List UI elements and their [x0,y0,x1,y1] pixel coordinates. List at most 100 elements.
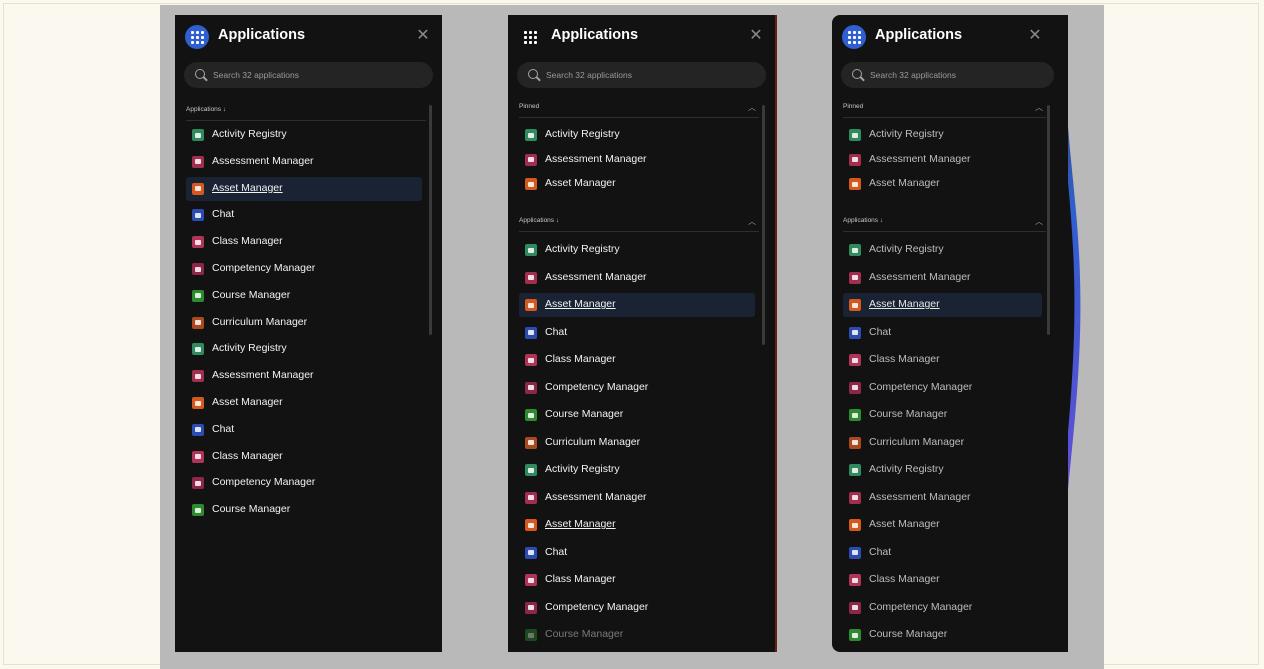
app-list-item-label: Activity Registry [545,463,620,475]
chevron-up-icon[interactable]: ︿ [1035,216,1043,227]
app-list-item[interactable]: Activity Registry [186,337,422,361]
assessment-manager-icon [525,491,537,504]
competency-manager-icon [192,263,204,275]
section-header-applications[interactable]: Applications ↓ ︿ [843,217,1046,232]
app-list-item[interactable]: Assessment Manager [519,266,755,290]
app-list-item[interactable]: Curriculum Manager [843,431,1042,455]
app-list-item[interactable]: Asset Manager [519,513,755,537]
scrollbar[interactable] [762,105,765,345]
activity-registry-icon [525,129,537,141]
search-input[interactable] [870,62,1044,88]
app-list-item[interactable]: Class Manager [519,568,755,592]
app-list-item[interactable]: Chat [186,203,422,227]
app-list-item[interactable]: Activity Registry [519,458,755,482]
app-list-item-label: Assessment Manager [869,490,971,503]
app-list-item[interactable]: Assessment Manager [843,148,1042,172]
app-list-item[interactable]: Assessment Manager [843,266,1042,290]
app-list-item[interactable]: Assessment Manager [843,486,1042,510]
section-label: Applications ↓ [843,217,884,224]
search-box[interactable] [517,62,766,88]
app-list-item[interactable]: Chat [843,541,1042,565]
chevron-up-icon[interactable]: ︿ [748,216,756,227]
scrollbar[interactable] [429,105,432,335]
app-list-item[interactable]: Asset Manager [519,293,755,317]
app-list-item-label: Curriculum Manager [545,435,641,448]
chat-icon [849,546,861,559]
app-list-item[interactable]: Chat [519,321,755,345]
assessment-manager-icon [849,271,861,284]
app-list-item-label: Course Manager [869,628,948,640]
chat-icon [525,326,537,339]
app-list-item[interactable]: Asset Manager [843,293,1042,317]
app-list-item[interactable]: Chat [843,321,1042,345]
search-input[interactable] [213,62,423,88]
section-header-pinned[interactable]: Pinned ︿ [843,103,1046,118]
app-list-item[interactable]: Assessment Manager [186,364,422,388]
app-list-item[interactable]: Class Manager [186,445,422,469]
close-icon[interactable]: ✕ [1026,27,1044,45]
app-list-item-label: Chat [545,545,568,558]
app-list-item[interactable]: Chat [519,541,755,565]
apps-grid-button[interactable] [842,25,866,49]
app-list-item[interactable]: Course Manager [186,284,422,308]
section-header-applications[interactable]: Applications ↓ [186,106,426,121]
competency-manager-icon [849,601,861,614]
app-list-item[interactable]: Activity Registry [519,238,755,262]
app-list-item[interactable]: Course Manager [843,403,1042,427]
search-box[interactable] [184,62,433,88]
app-list-item[interactable]: Competency Manager [843,376,1042,400]
app-list-item[interactable]: Activity Registry [843,123,1042,147]
app-list-item-label: Course Manager [869,408,948,420]
asset-manager-icon [525,299,537,311]
app-list-item[interactable]: Asset Manager [186,176,422,201]
chevron-up-icon[interactable]: ︿ [1035,102,1043,113]
app-list-item[interactable]: Chat [186,418,422,442]
app-list-item[interactable]: Competency Manager [843,596,1042,620]
scrollbar[interactable] [1047,105,1050,335]
app-list-item[interactable]: Asset Manager [519,172,755,196]
app-list-item-label: Class Manager [212,449,283,462]
app-list-item[interactable]: Asset Manager [843,172,1042,196]
app-list-item[interactable]: Competency Manager [519,376,755,400]
section-header-pinned[interactable]: Pinned ︿ [519,103,759,118]
app-list-item[interactable]: Competency Manager [186,257,422,281]
app-list-item[interactable]: Curriculum Manager [186,311,422,335]
app-list-item[interactable]: Activity Registry [843,458,1042,482]
app-list-item-label: Competency Manager [212,476,316,489]
app-list-item[interactable]: Asset Manager [186,391,422,415]
app-list-item[interactable]: Competency Manager [186,471,422,495]
app-list-item[interactable]: Course Manager [519,403,755,427]
app-list-item[interactable]: Asset Manager [843,513,1042,537]
app-list-item[interactable]: Class Manager [843,348,1042,372]
chevron-up-icon[interactable]: ︿ [748,102,756,113]
close-icon[interactable]: ✕ [414,27,432,45]
app-list-item-label: Competency Manager [869,600,973,613]
app-list-item[interactable]: Course Manager [186,498,422,522]
app-list-item[interactable]: Assessment Manager [519,148,755,172]
course-manager-icon [525,629,537,641]
app-list-item[interactable]: Class Manager [843,568,1042,592]
app-list-item[interactable]: Activity Registry [843,238,1042,262]
section-header-applications[interactable]: Applications ↓ ︿ [519,217,759,232]
app-list-item[interactable]: Class Manager [519,348,755,372]
app-list-item-label: Competency Manager [545,380,649,393]
app-list-item[interactable]: Course Manager [519,623,755,647]
app-list-item[interactable]: Assessment Manager [519,486,755,510]
apps-grid-button[interactable] [185,25,209,49]
search-input[interactable] [546,62,756,88]
curriculum-manager-icon [849,436,861,449]
app-list-item[interactable]: Assessment Manager [186,150,422,174]
app-list-item[interactable]: Activity Registry [519,123,755,147]
app-list-item[interactable]: Activity Registry [186,123,422,147]
search-box[interactable] [841,62,1054,88]
course-manager-icon [849,409,861,421]
app-list-item[interactable]: Course Manager [843,623,1042,647]
activity-registry-icon [525,244,537,256]
app-list-item[interactable]: Curriculum Manager [519,431,755,455]
apps-grid-button[interactable] [518,25,542,49]
app-list-item[interactable]: Class Manager [186,230,422,254]
close-icon[interactable]: ✕ [747,27,765,45]
app-list-item[interactable]: Competency Manager [519,596,755,620]
search-icon [528,69,538,79]
course-manager-icon [192,289,204,302]
